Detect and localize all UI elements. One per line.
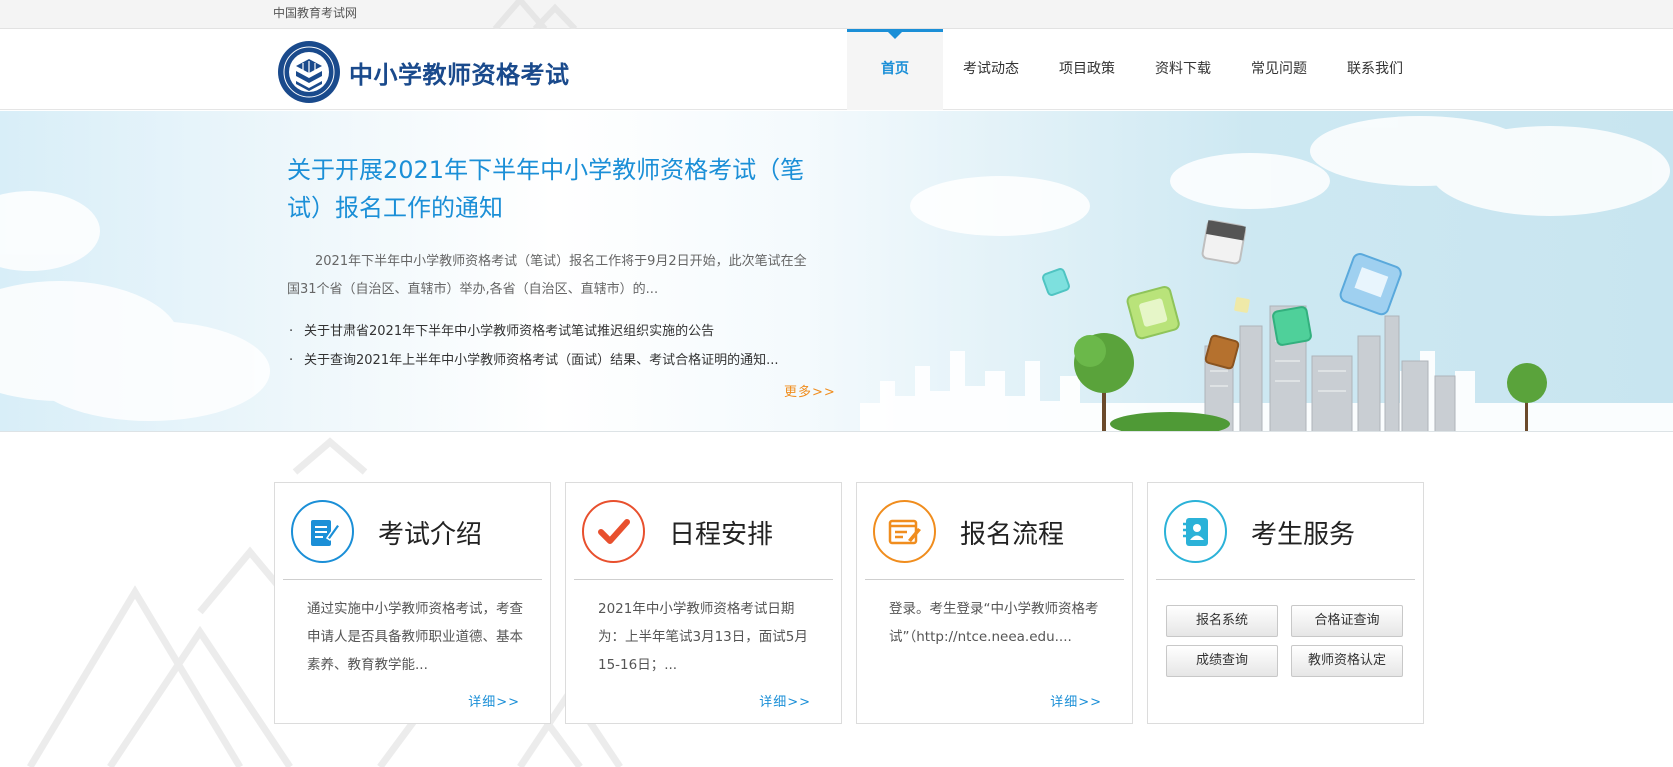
divider: [283, 579, 542, 580]
top-utility-bar: 中国教育考试网: [0, 0, 1673, 29]
site-title[interactable]: 中小学教师资格考试: [349, 55, 570, 90]
card-title[interactable]: 报名流程: [960, 514, 1064, 551]
decorative-triangles: [492, 0, 578, 29]
exam-logo-icon[interactable]: [277, 40, 341, 104]
card-description: 通过实施中小学教师资格考试，考查申请人是否具备教师职业道德、基本素养、教育教学能…: [307, 601, 523, 673]
details-link[interactable]: 详细>>: [468, 691, 520, 710]
certificate-query-button[interactable]: 合格证查询: [1291, 605, 1403, 637]
main-nav: 首页 考试动态 项目政策 资料下载 常见问题 联系我们: [847, 29, 1423, 110]
nav-exam-news[interactable]: 考试动态: [943, 29, 1039, 110]
card-exam-intro: 考试介绍 通过实施中小学教师资格考试，考查申请人是否具备教师职业道德、基本素养、…: [274, 482, 551, 724]
active-indicator-icon: [888, 32, 902, 39]
nav-home[interactable]: 首页: [847, 29, 943, 110]
registration-system-button[interactable]: 报名系统: [1166, 605, 1278, 637]
contact-book-icon: [1164, 500, 1227, 563]
teacher-certification-button[interactable]: 教师资格认定: [1291, 645, 1403, 677]
list-item[interactable]: · 关于查询2021年上半年中小学教师资格考试（面试）结果、考试合格证明的通知..…: [289, 346, 829, 375]
news-item-text: 关于甘肃省2021年下半年中小学教师资格考试笔试推迟组织实施的公告: [304, 324, 715, 339]
nav-faq[interactable]: 常见问题: [1231, 29, 1327, 110]
nav-downloads-label: 资料下载: [1155, 61, 1211, 77]
nav-policy-label: 项目政策: [1059, 61, 1115, 77]
news-item-text: 关于查询2021年上半年中小学教师资格考试（面试）结果、考试合格证明的通知...: [304, 353, 779, 368]
card-registration-process: 报名流程 登录。考生登录“中小学教师资格考试”（http://ntce.neea…: [856, 482, 1133, 724]
divider: [865, 579, 1124, 580]
checkmark-icon: [582, 500, 645, 563]
nav-faq-label: 常见问题: [1251, 61, 1307, 77]
nav-policy[interactable]: 项目政策: [1039, 29, 1135, 110]
form-edit-icon: [873, 500, 936, 563]
card-title[interactable]: 考生服务: [1251, 514, 1355, 551]
card-description: 登录。考生登录“中小学教师资格考试”（http://ntce.neea.edu.…: [889, 601, 1099, 645]
nav-downloads[interactable]: 资料下载: [1135, 29, 1231, 110]
card-title[interactable]: 日程安排: [669, 514, 773, 551]
hero-banner: 关于开展2021年下半年中小学教师资格考试（笔试）报名工作的通知 2021年下半…: [0, 111, 1673, 432]
nav-contact[interactable]: 联系我们: [1327, 29, 1423, 110]
nav-exam-news-label: 考试动态: [963, 61, 1019, 77]
headline-summary: 2021年下半年中小学教师资格考试（笔试）报名工作将于9月2日开始，此次笔试在全…: [287, 254, 807, 297]
document-edit-icon: [291, 500, 354, 563]
bullet-icon: ·: [289, 324, 294, 339]
more-news-link[interactable]: 更多>>: [784, 381, 836, 400]
bullet-icon: ·: [289, 353, 294, 368]
neea-home-link[interactable]: 中国教育考试网: [273, 4, 357, 21]
details-link[interactable]: 详细>>: [759, 691, 811, 710]
score-query-button[interactable]: 成绩查询: [1166, 645, 1278, 677]
details-link[interactable]: 详细>>: [1050, 691, 1102, 710]
card-title[interactable]: 考试介绍: [378, 514, 482, 551]
city-illustration: [0, 116, 1673, 431]
divider: [1156, 579, 1415, 580]
headline-link[interactable]: 关于开展2021年下半年中小学教师资格考试（笔试）报名工作的通知: [287, 151, 827, 227]
card-candidate-services: 考生服务 报名系统 合格证查询 成绩查询 教师资格认定: [1147, 482, 1424, 724]
card-schedule: 日程安排 2021年中小学教师资格考试日期为：上半年笔试3月13日，面试5月15…: [565, 482, 842, 724]
card-description: 2021年中小学教师资格考试日期为：上半年笔试3月13日，面试5月15-16日；…: [598, 601, 808, 673]
site-header: 中小学教师资格考试 首页 考试动态 项目政策 资料下载 常见问题 联系我们: [0, 29, 1673, 110]
nav-home-label: 首页: [881, 61, 909, 77]
list-item[interactable]: · 关于甘肃省2021年下半年中小学教师资格考试笔试推迟组织实施的公告: [289, 317, 829, 346]
news-list: · 关于甘肃省2021年下半年中小学教师资格考试笔试推迟组织实施的公告 · 关于查询…: [289, 317, 829, 375]
nav-contact-label: 联系我们: [1347, 61, 1403, 77]
divider: [574, 579, 833, 580]
